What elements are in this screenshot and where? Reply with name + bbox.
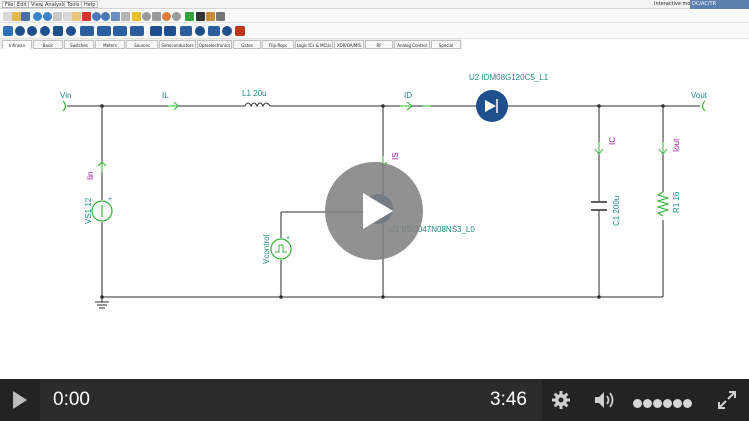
- inductor-icon: [244, 102, 271, 108]
- interactive-mode-select[interactable]: DC/AC/TR: [690, 0, 749, 9]
- svg-text:+: +: [286, 235, 290, 242]
- probe-icon[interactable]: [206, 12, 215, 21]
- duration: 3:46: [490, 389, 527, 410]
- play-icon: [13, 391, 27, 409]
- delete-icon[interactable]: [82, 12, 91, 21]
- is-label: IS: [391, 152, 400, 160]
- tab-basic[interactable]: Basic: [33, 40, 63, 49]
- volume-icon[interactable]: [593, 390, 617, 410]
- tab-meters[interactable]: Meters: [95, 40, 125, 49]
- component-icon[interactable]: [164, 26, 176, 36]
- component-icon[interactable]: [180, 26, 192, 36]
- tab-analog-control[interactable]: Analog Control: [394, 40, 430, 49]
- menu-bar: File Edit View Analysis Tools Help Inter…: [0, 0, 749, 9]
- current-time: 0:00: [53, 389, 90, 410]
- new-file-icon[interactable]: [3, 12, 12, 21]
- copy-icon[interactable]: [63, 12, 72, 21]
- highlight-icon[interactable]: [132, 12, 141, 21]
- component-icon[interactable]: [66, 26, 76, 36]
- component-icon[interactable]: [27, 26, 37, 36]
- iin-label: Iin: [86, 172, 95, 180]
- component-icon[interactable]: [235, 26, 245, 36]
- fullscreen-icon[interactable]: [717, 390, 737, 410]
- resistor-icon: [656, 191, 670, 217]
- redo-icon[interactable]: [43, 12, 52, 21]
- vs1-label: VS1 12: [84, 197, 93, 224]
- r1-label: R1 16: [672, 191, 681, 213]
- vout-label: Vout: [691, 91, 708, 100]
- vin-label: Vin: [60, 91, 71, 100]
- rotate-right-icon[interactable]: [101, 12, 110, 21]
- component-icon[interactable]: [195, 26, 205, 36]
- component-icon[interactable]: [208, 26, 220, 36]
- zoom-in-icon[interactable]: [142, 12, 151, 21]
- c1-label: C1 200u: [612, 196, 621, 226]
- tab-sources[interactable]: Sources: [126, 40, 158, 49]
- settings-icon[interactable]: [216, 12, 225, 21]
- iout-label: Iout: [672, 138, 681, 152]
- component-icon[interactable]: [113, 26, 127, 36]
- vin-terminal-icon: [62, 100, 67, 112]
- current-arrow-icon: [97, 161, 107, 172]
- current-arrow-icon: [594, 142, 604, 155]
- play-icon: [363, 193, 393, 229]
- ic-label: IC: [608, 137, 617, 145]
- tab-infinean[interactable]: Infinean: [2, 40, 32, 49]
- zoom-fit-icon[interactable]: [152, 12, 161, 21]
- tab-logic-ics[interactable]: Logic ICs & MCUs: [295, 40, 333, 49]
- component-icon[interactable]: [3, 26, 13, 36]
- tab-xor[interactable]: XOR/OA/MIS: [334, 40, 364, 49]
- grid-icon[interactable]: [121, 12, 130, 21]
- tab-semiconductors[interactable]: Semiconductors: [159, 40, 196, 49]
- component-icon[interactable]: [150, 26, 162, 36]
- svg-text:+: +: [108, 196, 112, 203]
- open-file-icon[interactable]: [12, 12, 21, 21]
- gear-icon[interactable]: [551, 390, 571, 410]
- menu-tools[interactable]: Tools: [64, 1, 83, 8]
- vout-terminal-icon: [701, 100, 706, 112]
- tab-switches[interactable]: Switches: [64, 40, 94, 49]
- save-icon[interactable]: [21, 12, 30, 21]
- component-palette-tabs: Infinean Basic Switches Meters Sources S…: [0, 39, 462, 49]
- paste-icon[interactable]: [72, 12, 81, 21]
- component-icon[interactable]: [15, 26, 25, 36]
- u2-label: U2 IDM08G120C5_L1: [469, 73, 549, 82]
- component-icon[interactable]: [97, 26, 111, 36]
- tab-flip-flops[interactable]: Flip-flops: [262, 40, 294, 49]
- cut-icon[interactable]: [53, 12, 62, 21]
- cursor-icon[interactable]: [162, 12, 171, 21]
- current-arrow-icon: [658, 142, 668, 155]
- flip-icon[interactable]: [111, 12, 120, 21]
- component-icon[interactable]: [80, 26, 94, 36]
- current-arrow-icon: [400, 101, 413, 111]
- menu-help[interactable]: Help: [81, 1, 99, 8]
- current-arrow-icon: [168, 101, 179, 111]
- rotate-left-icon[interactable]: [92, 12, 101, 21]
- play-button[interactable]: [0, 379, 40, 421]
- volume-slider[interactable]: [633, 395, 693, 408]
- vcontrol-label: Vcontrol: [262, 234, 271, 264]
- tab-optoelectronics[interactable]: Optoelectronics: [197, 40, 232, 49]
- zoom-out-icon[interactable]: [172, 12, 181, 21]
- component-toolbar: [0, 23, 749, 39]
- tab-special[interactable]: Special: [431, 40, 461, 49]
- add-component-icon[interactable]: [185, 12, 194, 21]
- video-play-overlay[interactable]: [325, 162, 423, 260]
- ac-source-icon: +: [270, 235, 292, 260]
- il-label: IL: [162, 91, 169, 100]
- tab-rf[interactable]: RF: [365, 40, 393, 49]
- diode-icon: [476, 90, 508, 122]
- text-icon[interactable]: [196, 12, 205, 21]
- component-icon[interactable]: [53, 26, 63, 36]
- tab-gates[interactable]: Gates: [233, 40, 261, 49]
- video-controls-bar: 0:00 3:46: [0, 379, 749, 421]
- capacitor-icon: [591, 201, 607, 211]
- l1-label: L1 20u: [242, 89, 266, 98]
- component-icon[interactable]: [40, 26, 50, 36]
- component-icon[interactable]: [222, 26, 232, 36]
- component-icon[interactable]: [130, 26, 144, 36]
- main-toolbar: [0, 9, 749, 23]
- undo-icon[interactable]: [33, 12, 42, 21]
- id-label: ID: [404, 91, 412, 100]
